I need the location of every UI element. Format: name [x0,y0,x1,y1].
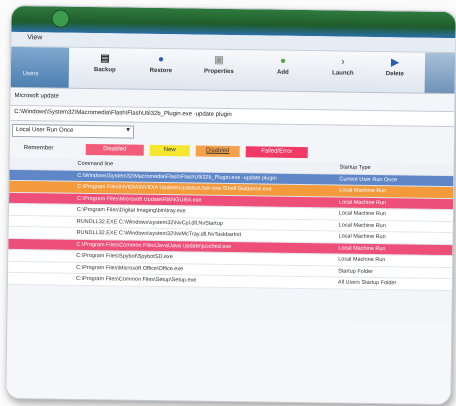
command-value: C:\Windows\System32\Macromedia\Flash\Fla… [14,108,232,119]
legend-failed: Failed/Error [245,146,308,159]
table-cell-c2: RUNDLL32.EXE C:\Windows\system32\NvCpl.d… [76,218,223,227]
table-cell-c2: C:\Program Files\Digital Imaging\bin\tra… [76,206,186,215]
table-cell-c3: Current User Run Once [339,176,398,183]
restore-label: Restore [149,67,173,75]
entry-name: Microsoft update [14,92,59,100]
toolbar-overflow[interactable] [424,52,456,94]
properties-icon: ▣ [214,54,224,66]
legend-disabled: Disabled [85,143,144,156]
backup-icon: ▤ [100,53,110,65]
delete-button[interactable]: ▶ Delete [367,54,423,91]
backup-button[interactable]: ▤ Backup [77,50,133,87]
table-cell-c2: C:\Program Files\Microsoft Update\RtkNGU… [77,195,202,204]
table-cell-c1 [11,229,71,230]
table-cell-c1 [10,252,70,253]
table-cell-c1 [11,183,71,184]
filter-selected: Local User Run Once [15,126,74,134]
table-cell-c3: Local Machine Run [338,222,386,229]
empty-area [6,317,452,405]
table-cell-c3: Local Machine Run [338,256,386,264]
menu-view[interactable]: View [27,34,42,41]
users-label: Users [22,71,39,78]
application-window: View Users ▤ Backup ● Restore ▣ Properti… [5,4,456,406]
launch-button[interactable]: › Launch [315,53,371,90]
properties-button[interactable]: ▣ Properties [191,51,247,88]
backup-label: Backup [93,67,116,74]
toolbar: Users ▤ Backup ● Restore ▣ Properties ● … [10,46,456,95]
table-cell-c3: Local Machine Run [338,245,386,252]
table-cell-c2: C:\Program Files\Microsoft Office\Office… [76,264,184,272]
table-cell-c1 [10,275,70,276]
restore-icon: ● [157,53,165,66]
table-cell-c3: All Users Startup Folder [337,279,397,287]
table-cell-c1 [10,240,70,241]
filter-dropdown[interactable]: Local User Run Once ▼ [11,123,135,139]
table-cell-c3: Local Machine Run [338,233,386,241]
users-panel-button[interactable]: Users [10,46,70,88]
table-cell-c2: C:\Windows\System32\Macromedia\Flash\Fla… [77,172,277,182]
properties-label: Properties [203,68,234,76]
command-field[interactable]: C:\Windows\System32\Macromedia\Flash\Fla… [10,104,455,128]
table-cell-c1 [11,206,71,207]
delete-icon: ▶ [391,57,399,69]
app-icon [51,9,70,28]
col-command-header[interactable]: Command line [78,161,326,170]
legend-disabled-2: Disabled [195,145,240,158]
restore-button[interactable]: ● Restore [133,51,189,88]
table-cell-c3: Local Machine Run [339,187,387,195]
startup-table: Command line Startup Type C:\Windows\Sys… [7,157,454,291]
chevron-down-icon: ▼ [125,127,132,134]
launch-icon: › [341,56,345,68]
launch-label: Launch [332,70,354,77]
table-cell-c3: Startup Folder [338,268,373,275]
table-cell-c1 [11,217,71,218]
table-cell-c2: RUNDLL32.EXE C:\Windows\system32\NvMcTra… [76,229,242,239]
table-cell-c2: C:\Program Files\NVIDIA\NVIDIA Update\Up… [77,183,272,193]
table-cell-c1 [10,263,70,264]
table-cell-c1 [11,171,71,172]
table-cell-c3: Local Machine Run [338,210,387,218]
photo-background: View Users ▤ Backup ● Restore ▣ Properti… [0,0,456,406]
legend-label: Remember [23,145,54,152]
filter-row: Local User Run Once ▼ [10,123,140,139]
table-cell-c2: C:\Program Files\Common Files\Java\Java … [76,241,232,250]
table-cell-c2: C:\Program Files\Common Files\Setup\Setu… [75,275,197,284]
add-button[interactable]: ● Add [255,52,311,89]
table-cell-c1 [11,194,71,195]
table-cell-c2: C:\Program Files\Spybot\SpybotSD.exe [76,252,173,261]
legend-new: New [149,144,190,157]
add-label: Add [276,69,289,76]
table-cell-c3: Local Machine Run [339,199,387,206]
add-icon: ● [279,55,287,67]
col-type-header[interactable]: Startup Type [339,165,439,172]
delete-label: Delete [385,71,404,78]
